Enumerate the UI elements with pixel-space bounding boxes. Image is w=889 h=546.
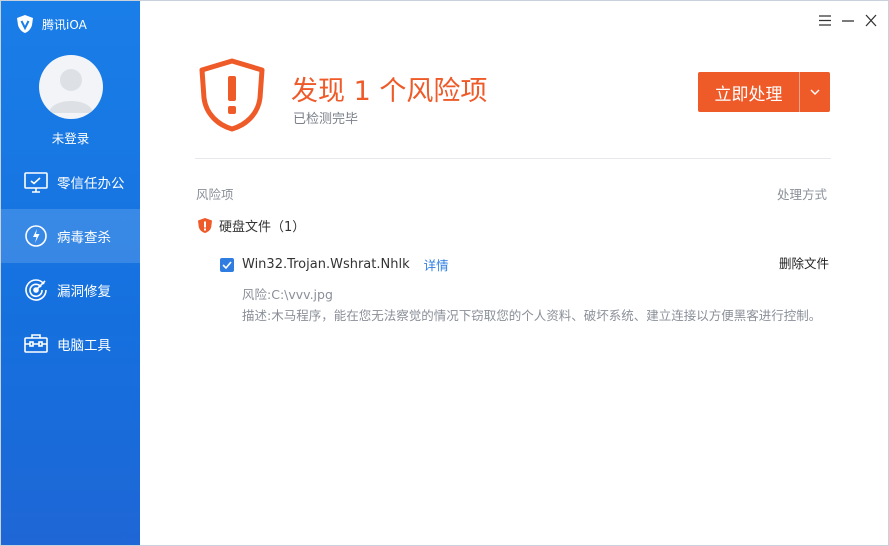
process-now-label[interactable]: 立即处理 xyxy=(698,72,800,112)
risk-item-name: Win32.Trojan.Wshrat.Nhlk xyxy=(242,257,410,272)
virus-scan-icon xyxy=(25,225,47,247)
sidebar: 腾讯iOA 未登录 零信任办公 病毒查杀 漏洞修复 电脑工具 xyxy=(1,1,140,545)
brand: 腾讯iOA xyxy=(15,14,87,34)
column-header-risk: 风险项 xyxy=(196,187,234,202)
sidebar-item-zero-trust[interactable]: 零信任办公 xyxy=(1,155,140,209)
delete-file-action[interactable]: 删除文件 xyxy=(779,253,829,272)
risk-item-row: Win32.Trojan.Wshrat.Nhlk 详情 xyxy=(220,255,449,274)
app-title: 腾讯iOA xyxy=(42,17,87,32)
details-link[interactable]: 详情 xyxy=(424,255,449,274)
vulnerability-icon xyxy=(25,279,47,301)
login-status[interactable]: 未登录 xyxy=(1,128,140,147)
ioa-logo-icon xyxy=(17,15,33,33)
sidebar-item-pc-tools[interactable]: 电脑工具 xyxy=(1,317,140,371)
risk-item-path: 风险:C:\vvv.jpg xyxy=(242,287,333,302)
close-button[interactable] xyxy=(861,10,881,30)
user-avatar-icon xyxy=(49,69,93,113)
risk-item-checkbox[interactable] xyxy=(220,257,234,272)
monitor-icon xyxy=(24,172,48,193)
sidebar-item-virus-scan[interactable]: 病毒查杀 xyxy=(1,209,140,263)
toolbox-icon xyxy=(24,334,48,353)
sidebar-item-label: 零信任办公 xyxy=(57,176,125,192)
chevron-down-icon xyxy=(810,89,820,95)
menu-icon xyxy=(819,14,831,26)
sidebar-item-vulnerability-fix[interactable]: 漏洞修复 xyxy=(1,263,140,317)
sidebar-item-label: 病毒查杀 xyxy=(57,230,111,246)
minimize-icon xyxy=(842,19,854,22)
app-window: 腾讯iOA 未登录 零信任办公 病毒查杀 漏洞修复 电脑工具 发现 1 个风险项… xyxy=(0,0,889,546)
column-header-method: 处理方式 xyxy=(777,187,828,202)
risk-group-disk-files: 硬盘文件（1） xyxy=(197,216,305,235)
divider xyxy=(195,158,831,159)
warning-shield-icon xyxy=(199,58,265,132)
risk-item-description: 描述:木马程序，能在您无法察觉的情况下窃取您的个人资料、破坏系统、建立连接以方便… xyxy=(242,308,822,323)
avatar[interactable] xyxy=(39,55,103,119)
risk-group-label: 硬盘文件（1） xyxy=(219,220,306,235)
process-dropdown-toggle[interactable] xyxy=(800,72,830,112)
sidebar-nav: 零信任办公 病毒查杀 漏洞修复 电脑工具 xyxy=(1,155,140,371)
sidebar-item-label: 电脑工具 xyxy=(57,338,111,354)
checkmark-icon xyxy=(222,260,232,269)
result-title: 发现 1 个风险项 xyxy=(291,76,488,107)
sidebar-item-label: 漏洞修复 xyxy=(57,284,111,300)
minimize-button[interactable] xyxy=(838,10,858,30)
process-now-button[interactable]: 立即处理 xyxy=(698,72,830,112)
close-icon xyxy=(865,14,877,26)
menu-button[interactable] xyxy=(815,10,835,30)
result-subtitle: 已检测完毕 xyxy=(293,112,359,127)
warning-badge-icon xyxy=(198,218,212,233)
